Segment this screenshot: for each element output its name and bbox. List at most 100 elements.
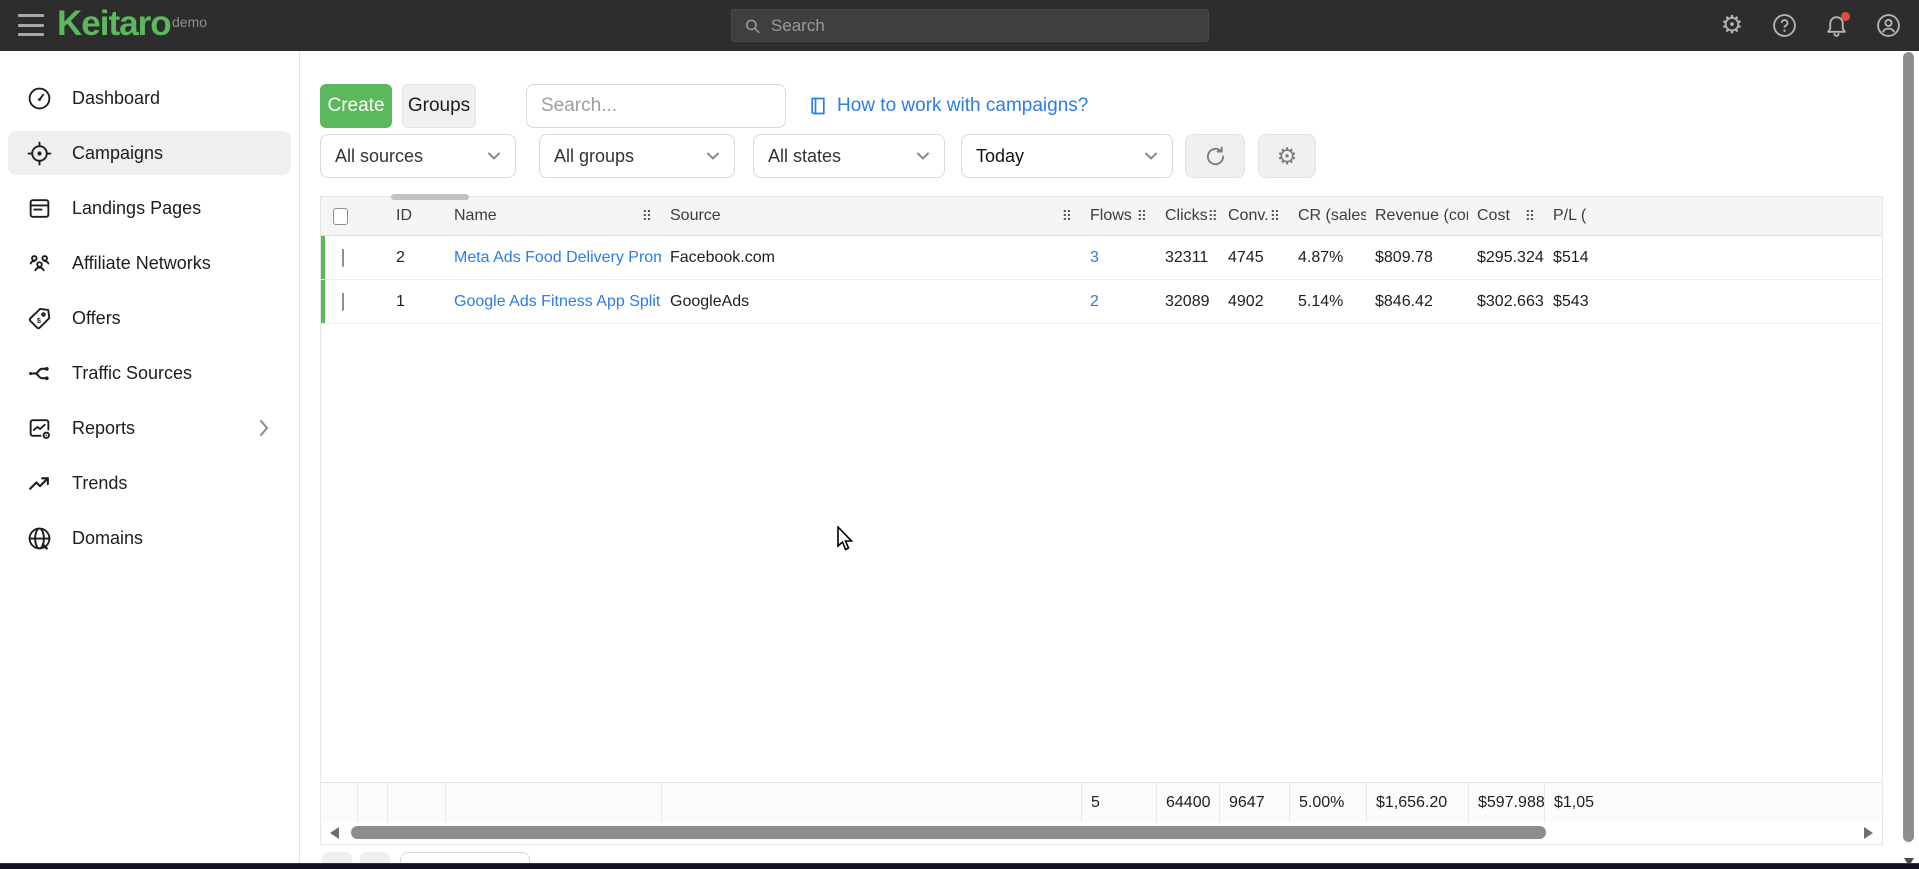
sidebar-item-offers[interactable]: $ Offers [8,296,291,340]
sidebar-item-label: Traffic Sources [72,363,192,384]
date-range-select[interactable]: Today [961,134,1173,178]
reports-icon [26,415,52,441]
affiliate-networks-icon [26,250,52,276]
horizontal-scrollbar[interactable] [321,822,1882,844]
column-header-id[interactable]: ID [387,197,445,235]
total-cost: $597.9880 [1468,783,1544,822]
bottom-edge-strip [0,863,1919,869]
groups-filter-select[interactable]: All groups [539,134,735,178]
table-header-row: ID Name⠿ Source⠿ Flows⠿ Clicks⠿ Conv.⠿ C… [321,197,1882,236]
column-header-clicks[interactable]: Clicks⠿ [1156,197,1219,235]
svg-text:$: $ [36,316,40,325]
brand-badge: demo [172,14,207,30]
cost-value: $295.3245 [1468,249,1544,267]
column-header-conv[interactable]: Conv.⠿ [1219,197,1289,235]
vertical-scrollbar[interactable] [1902,52,1915,869]
sidebar-item-dashboard[interactable]: Dashboard [8,76,291,120]
total-conv: 9647 [1219,783,1289,822]
campaign-id: 2 [387,249,445,267]
refresh-button[interactable] [1185,134,1245,178]
sidebar-item-label: Reports [72,418,135,439]
column-header-flows[interactable]: Flows⠿ [1081,197,1156,235]
book-icon [808,96,828,116]
clicks-value: 32089 [1156,293,1219,311]
vertical-scrollbar-thumb[interactable] [1903,52,1914,842]
sidebar-item-traffic-sources[interactable]: Traffic Sources [8,351,291,395]
sidebar-item-label: Landings Pages [72,198,201,219]
sidebar-item-label: Affiliate Networks [72,253,211,274]
column-header-cr[interactable]: CR (sales)⠿ [1289,197,1366,235]
sidebar-item-label: Trends [72,473,127,494]
column-header-pl[interactable]: P/L ( [1544,197,1884,235]
account-icon[interactable] [1875,13,1901,39]
drag-handle-icon[interactable]: ⠿ [1062,209,1072,223]
global-search[interactable] [731,9,1209,42]
sidebar-item-landings-pages[interactable]: Landings Pages [8,186,291,230]
conv-value: 4745 [1219,249,1289,267]
gear-icon: ⚙ [1277,145,1298,168]
campaign-id: 1 [387,293,445,311]
settings-gear-icon[interactable]: ⚙ [1719,13,1745,39]
sidebar-item-label: Dashboard [72,88,160,109]
sidebar-item-domains[interactable]: Domains [8,516,291,560]
table-settings-button[interactable]: ⚙ [1258,134,1316,178]
chevron-down-icon [706,149,720,163]
drag-handle-icon[interactable]: ⠿ [1137,209,1147,223]
sidebar-item-campaigns[interactable]: Campaigns [8,131,291,175]
row-checkbox[interactable] [342,293,344,311]
chevron-down-icon [916,149,930,163]
offers-icon: $ [26,305,52,331]
notification-badge [1841,12,1850,21]
campaign-name-link[interactable]: Meta Ads Food Delivery Promo [454,249,661,267]
row-checkbox[interactable] [342,249,344,267]
drag-handle-icon[interactable]: ⠿ [1525,209,1535,223]
table-row: 2 Meta Ads Food Delivery Promo ••• Faceb… [321,236,1882,280]
campaigns-table: ID Name⠿ Source⠿ Flows⠿ Clicks⠿ Conv.⠿ C… [320,196,1883,845]
create-button[interactable]: Create [320,84,392,128]
select-all-checkbox[interactable] [333,208,348,225]
cost-value: $302.6635 [1468,293,1544,311]
column-header-name[interactable]: Name⠿ [445,197,661,235]
flows-count-link[interactable]: 3 [1090,249,1099,266]
column-resize-indicator[interactable] [391,194,469,200]
refresh-icon [1204,145,1227,168]
sidebar-item-label: Offers [72,308,121,329]
column-header-source[interactable]: Source⠿ [661,197,1081,235]
pl-value: $543 [1544,293,1884,311]
campaign-source: Facebook.com [661,249,1081,267]
flows-count-link[interactable]: 2 [1090,293,1099,310]
drag-handle-icon[interactable]: ⠿ [1208,209,1218,223]
states-filter-select[interactable]: All states [753,134,945,178]
campaign-search-input[interactable] [526,84,786,128]
campaign-source: GoogleAds [661,293,1081,311]
sidebar-item-trends[interactable]: Trends [8,461,291,505]
campaign-name-link[interactable]: Google Ads Fitness App Split [454,293,660,311]
total-clicks: 64400 [1156,783,1219,822]
chevron-down-icon [1144,149,1158,163]
scroll-left-arrow-icon[interactable] [330,827,339,839]
domains-icon [26,525,52,551]
sidebar-item-reports[interactable]: Reports [8,406,291,450]
column-header-cost[interactable]: Cost⠿ [1468,197,1544,235]
sidebar-item-affiliate-networks[interactable]: Affiliate Networks [8,241,291,285]
drag-handle-icon[interactable]: ⠿ [642,209,652,223]
total-pl: $1,05 [1544,783,1884,822]
drag-handle-icon[interactable]: ⠿ [1270,209,1280,223]
column-header-revenue[interactable]: Revenue (con…⠿ [1366,197,1468,235]
help-icon[interactable] [1771,13,1797,39]
groups-button[interactable]: Groups [402,84,476,128]
help-campaigns-link[interactable]: How to work with campaigns? [808,95,1088,117]
total-cr: 5.00% [1289,783,1366,822]
sources-filter-select[interactable]: All sources [320,134,516,178]
notifications-bell-icon[interactable] [1823,13,1849,39]
sidebar-item-label: Domains [72,528,143,549]
menu-toggle-icon[interactable] [18,14,44,36]
conv-value: 4902 [1219,293,1289,311]
chevron-right-icon [259,419,269,437]
global-search-input[interactable] [771,16,1196,36]
horizontal-scrollbar-thumb[interactable] [351,826,1546,839]
scroll-right-arrow-icon[interactable] [1864,827,1873,839]
revenue-value: $809.78 [1366,249,1468,267]
cr-value: 4.87% [1289,249,1366,267]
landings-pages-icon [26,195,52,221]
